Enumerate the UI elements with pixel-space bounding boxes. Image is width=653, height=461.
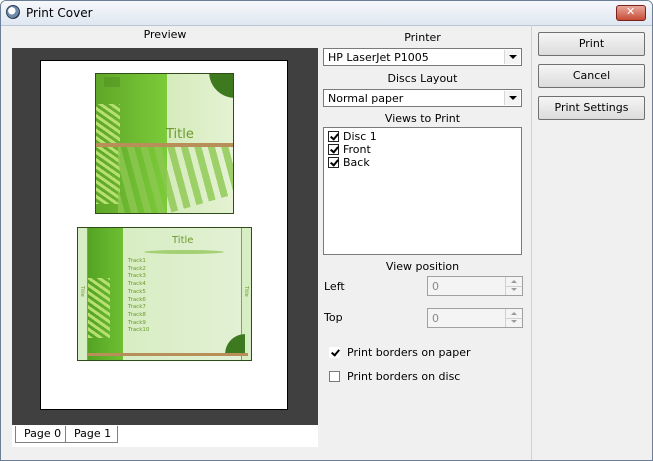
track-list: Track1 Track2 Track3 Track4 Track5 Track… xyxy=(128,258,149,335)
left-spine: Title xyxy=(78,228,88,360)
checkbox-checked-icon[interactable] xyxy=(328,131,339,142)
view-item-disc1[interactable]: Disc 1 xyxy=(328,130,377,143)
print-settings-button[interactable]: Print Settings xyxy=(538,96,645,120)
spin-down-icon[interactable] xyxy=(505,318,522,327)
tab-page-1[interactable]: Page 1 xyxy=(65,426,119,443)
print-borders-paper-option[interactable]: Print borders on paper xyxy=(329,346,471,359)
print-button[interactable]: Print xyxy=(538,32,645,56)
track-item: Track8 xyxy=(128,311,146,318)
right-spine-title: Title xyxy=(243,286,249,297)
views-to-print-label: Views to Print xyxy=(384,112,461,125)
left-value: 0 xyxy=(432,280,439,293)
title-swash xyxy=(144,250,224,254)
print-borders-disc-option[interactable]: Print borders on disc xyxy=(329,370,460,383)
rays-decoration xyxy=(118,144,233,213)
disc-mini-graphic xyxy=(104,77,120,87)
window-title: Print Cover xyxy=(26,6,93,20)
back-bottom-bar xyxy=(88,353,248,356)
app-disc-icon xyxy=(6,5,20,19)
views-list: Disc 1 Front Back xyxy=(323,127,522,255)
checkbox-checked-icon[interactable] xyxy=(329,347,340,358)
track-item: Track10 xyxy=(128,327,150,334)
leaf-decoration xyxy=(201,74,233,98)
track-item: Track3 xyxy=(128,273,146,280)
preview-label: Preview xyxy=(143,28,187,41)
print-borders-paper-label: Print borders on paper xyxy=(347,346,471,359)
disc-cover-preview[interactable]: Title xyxy=(95,73,234,214)
back-title: Title xyxy=(172,235,194,246)
preview-page: Title Title Title Title Track1 Track2 Tr… xyxy=(40,60,288,410)
printer-value: HP LaserJet P1005 xyxy=(328,51,429,64)
separator xyxy=(531,25,532,460)
print-borders-disc-label: Print borders on disc xyxy=(347,370,461,383)
view-label: Front xyxy=(343,143,371,156)
discs-layout-select[interactable]: Normal paper xyxy=(323,89,522,107)
view-item-back[interactable]: Back xyxy=(328,156,370,169)
chevron-down-icon[interactable] xyxy=(504,91,520,105)
title-bar: Print Cover xyxy=(1,1,652,26)
checkbox-unchecked-icon[interactable] xyxy=(329,371,340,382)
back-cover-preview[interactable]: Title Title Title Track1 Track2 Track3 T… xyxy=(77,227,252,361)
top-spinner[interactable]: 0 xyxy=(427,308,523,328)
leaf-decoration xyxy=(225,328,245,354)
spin-down-icon[interactable] xyxy=(505,286,522,295)
track-item: Track5 xyxy=(128,288,146,295)
track-item: Track6 xyxy=(128,296,146,303)
close-button[interactable] xyxy=(616,5,646,21)
track-item: Track2 xyxy=(128,265,146,272)
checkbox-checked-icon[interactable] xyxy=(328,144,339,155)
left-spinner[interactable]: 0 xyxy=(427,276,523,296)
preview-area: Title Title Title Title Track1 Track2 Tr… xyxy=(12,48,318,425)
disc-title: Title xyxy=(166,127,194,142)
left-label: Left xyxy=(324,280,345,293)
view-label: Back xyxy=(343,156,370,169)
checkbox-checked-icon[interactable] xyxy=(328,157,339,168)
top-label: Top xyxy=(324,311,343,324)
view-position-label: View position xyxy=(385,260,460,273)
fern-decoration xyxy=(88,278,110,338)
track-item: Track4 xyxy=(128,281,146,288)
track-item: Track1 xyxy=(128,258,146,264)
printer-label: Printer xyxy=(404,31,441,44)
disc-title-bar xyxy=(96,143,233,147)
left-spine-title: Title xyxy=(79,286,85,297)
page-tabs: Page 0 Page 1 xyxy=(12,425,318,447)
tab-page-0[interactable]: Page 0 xyxy=(15,426,69,443)
top-value: 0 xyxy=(432,312,439,325)
cancel-button[interactable]: Cancel xyxy=(538,64,645,88)
printer-select[interactable]: HP LaserJet P1005 xyxy=(323,48,522,66)
print-cover-window: Print Cover Preview Title Title Title Ti… xyxy=(0,0,653,461)
fern-decoration xyxy=(96,104,120,204)
track-item: Track7 xyxy=(128,304,146,311)
discs-layout-label: Discs Layout xyxy=(387,72,458,85)
view-item-front[interactable]: Front xyxy=(328,143,371,156)
chevron-down-icon[interactable] xyxy=(504,50,520,64)
view-label: Disc 1 xyxy=(343,130,377,143)
track-item: Track9 xyxy=(128,319,146,326)
discs-layout-value: Normal paper xyxy=(328,92,404,105)
